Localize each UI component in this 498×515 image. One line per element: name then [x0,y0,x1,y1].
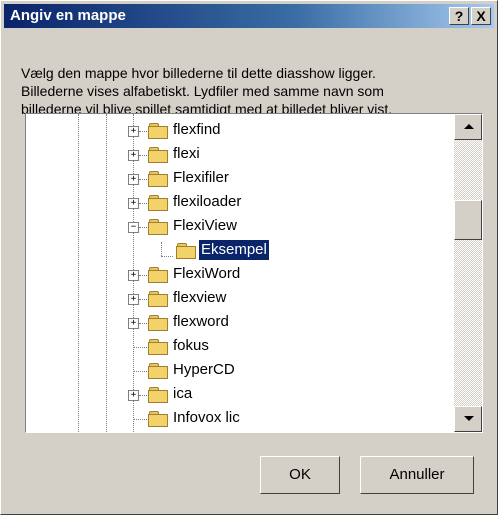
description-line-2: Billederne vises alfabetiskt. Lydfiler m… [21,83,384,99]
scroll-down-button[interactable] [454,406,482,432]
folder-icon [148,291,168,307]
help-button[interactable]: ? [449,7,469,25]
tree-connector [139,299,147,300]
tree-item[interactable]: HyperCD [26,360,454,384]
tree-item-label[interactable]: flexfind [171,120,223,140]
tree-connector [139,179,147,180]
tree-item-label[interactable]: FlexiView [171,216,239,236]
tree-connector [139,203,147,204]
folder-tree[interactable]: + flexfind + flexi + Flexifiler + flexil… [25,113,483,433]
folder-icon [148,147,168,163]
tree-item-selected[interactable]: Eksempel [26,239,454,264]
tree-connector [139,155,147,156]
tree-item-label[interactable]: ica [171,384,194,404]
scroll-up-button[interactable] [454,114,482,140]
folder-icon [148,195,168,211]
arrow-up-icon [464,124,474,129]
expand-icon[interactable]: + [128,150,139,161]
folder-icon [148,267,168,283]
tree-item[interactable]: + flexview [26,288,454,312]
expand-icon[interactable]: + [128,126,139,137]
tree-connector [133,419,147,420]
folder-icon [148,411,168,427]
collapse-icon[interactable]: − [128,222,139,233]
folder-icon [148,171,168,187]
expand-icon[interactable]: + [128,198,139,209]
tree-connector [133,371,147,372]
folder-icon [148,363,168,379]
tree-item-label[interactable]: Flexifiler [171,168,231,188]
arrow-down-icon [464,416,474,421]
expand-icon[interactable]: + [128,270,139,281]
folder-icon [148,123,168,139]
expand-icon[interactable]: + [128,318,139,329]
tree-item[interactable]: + flexiloader [26,192,454,216]
dialog-description: Vælg den mappe hvor billederne til dette… [21,64,477,117]
tree-item-label[interactable]: fokus [171,336,211,356]
folder-icon [148,315,168,331]
tree-content: + flexfind + flexi + Flexifiler + flexil… [26,114,454,432]
tree-item[interactable]: + FlexiWord [26,264,454,288]
tree-connector [139,275,147,276]
scroll-thumb[interactable] [454,200,482,240]
tree-item-label[interactable]: Infovox lic [171,408,242,428]
tree-item-label[interactable]: HyperCD [171,360,237,380]
tree-item-label[interactable]: flexword [171,312,231,332]
open-folder-icon [176,243,196,259]
ok-button[interactable]: OK [260,456,340,494]
tree-item[interactable]: fokus [26,336,454,360]
folder-icon [148,339,168,355]
window-title: Angiv en mappe [10,7,126,24]
tree-connector [139,227,147,228]
tree-item-label[interactable]: FlexiWord [171,264,242,284]
tree-item[interactable]: + flexword [26,312,454,336]
tree-item-label[interactable]: Eksempel [198,239,270,261]
tree-item[interactable]: + ica [26,384,454,408]
title-bar[interactable]: Angiv en mappe ? X [4,4,494,28]
close-button[interactable]: X [471,7,491,25]
tree-item[interactable]: − FlexiView [26,216,454,240]
tree-connector [139,323,147,324]
tree-item[interactable]: + flexfind [26,120,454,144]
folder-dialog: Angiv en mappe ? X Vælg den mappe hvor b… [0,0,498,515]
description-line-1: Vælg den mappe hvor billederne til dette… [21,65,376,81]
tree-item[interactable]: + flexi [26,144,454,168]
tree-item[interactable]: Infovox lic [26,408,454,432]
expand-icon[interactable]: + [128,294,139,305]
tree-item-label[interactable]: flexi [171,144,202,164]
expand-icon[interactable]: + [128,174,139,185]
tree-item-label[interactable]: flexiloader [171,192,243,212]
expand-icon[interactable]: + [128,390,139,401]
tree-connector [139,395,147,396]
folder-icon [148,219,168,235]
tree-item-label[interactable]: flexview [171,288,228,308]
vertical-scrollbar[interactable] [454,114,482,432]
folder-icon [148,387,168,403]
cancel-button[interactable]: Annuller [360,456,474,494]
tree-item[interactable]: + Flexifiler [26,168,454,192]
tree-connector [133,347,147,348]
tree-connector [139,131,147,132]
